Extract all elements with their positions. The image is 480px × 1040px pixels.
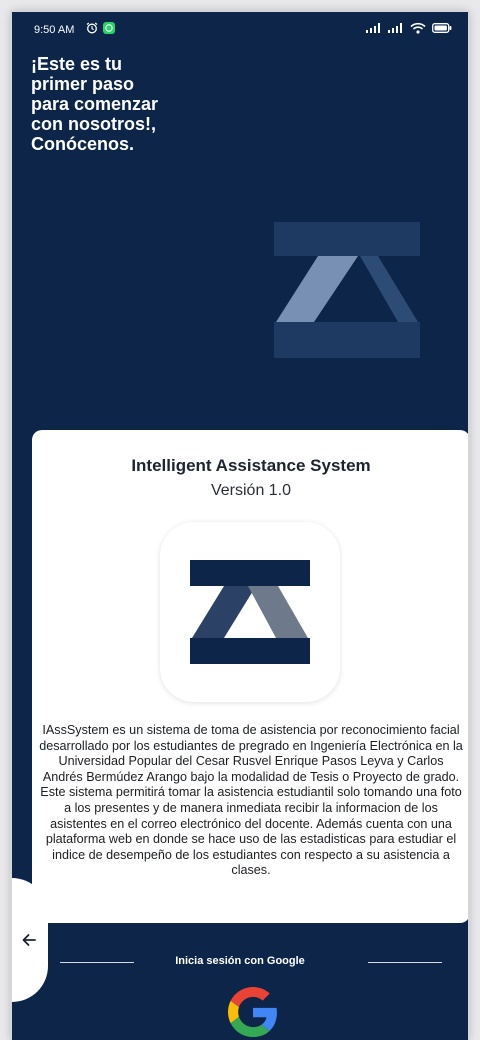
google-signin-divider: Inicia sesión con Google <box>12 952 468 976</box>
signal-icon <box>366 23 380 33</box>
battery-icon <box>432 23 452 33</box>
app-logo-tile <box>160 522 340 702</box>
google-signin-button[interactable] <box>228 987 278 1037</box>
status-bar: 9:50 AM <box>12 12 468 48</box>
status-time: 9:50 AM <box>34 24 75 36</box>
about-card: Intelligent Assistance System Versión 1.… <box>32 430 468 923</box>
back-button[interactable] <box>12 878 48 1002</box>
headline-line: para comenzar <box>31 94 159 114</box>
headline-line: Conócenos. <box>31 134 135 154</box>
divider-line <box>368 962 442 963</box>
brand-logo-large <box>274 222 420 358</box>
app-description: IAssSystem es un sistema de toma de asis… <box>39 723 463 878</box>
whatsapp-icon <box>103 22 115 34</box>
google-signin-label: Inicia sesión con Google <box>175 955 305 967</box>
alarm-icon <box>86 22 98 34</box>
app-title: Intelligent Assistance System <box>131 456 371 475</box>
headline-line: con nosotros!, <box>31 114 156 134</box>
brand-logo-icon <box>190 560 310 664</box>
headline-line: ¡Este es tu <box>31 54 123 74</box>
app-screen: 9:50 AM ¡Este es tu primer paso para com… <box>12 12 468 1040</box>
signal-icon <box>388 23 402 33</box>
app-version: Versión 1.0 <box>210 482 292 499</box>
headline-line: primer paso <box>31 74 135 94</box>
welcome-headline: ¡Este es tu primer paso para comenzar co… <box>31 54 201 154</box>
wifi-icon <box>410 22 426 34</box>
arrow-left-icon <box>22 934 36 946</box>
